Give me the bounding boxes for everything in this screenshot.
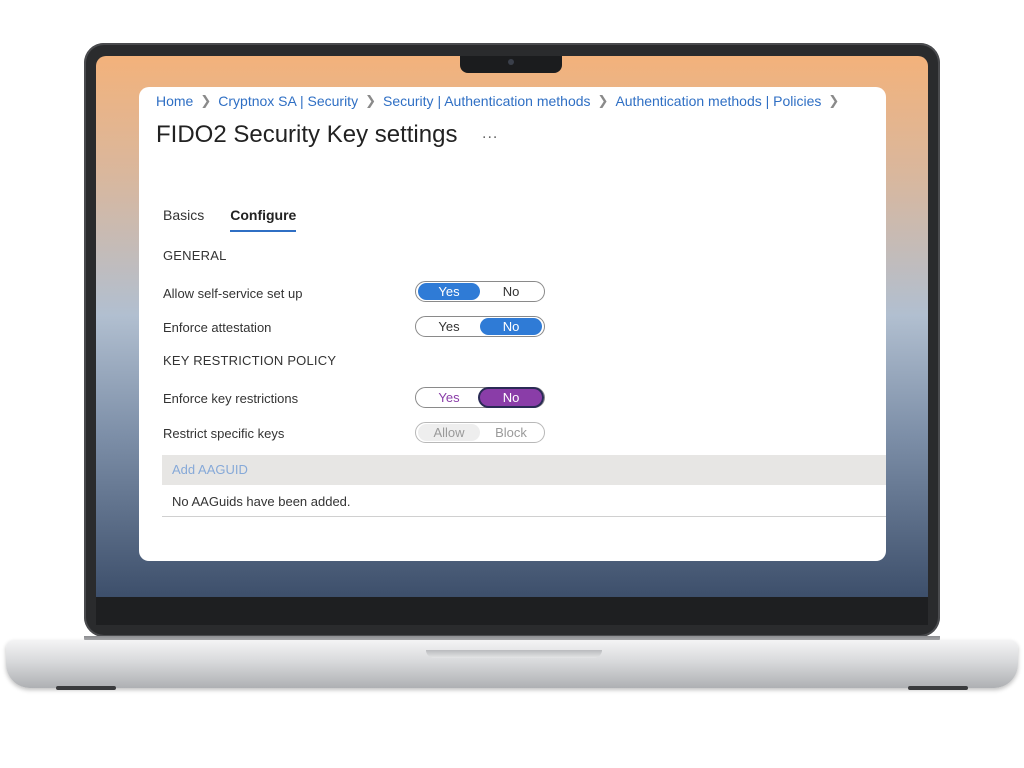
restrict-block-option: Block	[495, 425, 527, 440]
restrict-specific-keys-label: Restrict specific keys	[163, 426, 285, 441]
chevron-right-icon: ❯	[597, 93, 609, 108]
lid-opening-notch	[426, 650, 602, 658]
more-options-icon[interactable]: ...	[482, 125, 498, 143]
laptop-base	[6, 640, 1018, 688]
attestation-yes-option[interactable]: Yes	[418, 318, 480, 335]
aaguid-empty-message: No AAGuids have been added.	[172, 494, 351, 509]
page-title: FIDO2 Security Key settings	[156, 121, 458, 148]
divider	[162, 516, 886, 517]
section-heading-general: GENERAL	[163, 248, 227, 263]
breadcrumb-auth-methods[interactable]: Security | Authentication methods	[383, 93, 591, 109]
add-aaguid-button[interactable]: Add AAGUID	[162, 455, 886, 485]
camera-icon	[508, 59, 514, 65]
tab-configure[interactable]: Configure	[230, 207, 297, 232]
self-service-label: Allow self-service set up	[163, 286, 303, 301]
breadcrumb-tenant-security[interactable]: Cryptnox SA | Security	[218, 93, 358, 109]
self-service-toggle[interactable]: Yes No	[415, 281, 545, 302]
enforce-restrictions-no-option[interactable]: No	[480, 389, 542, 406]
breadcrumb: Home ❯ Cryptnox SA | Security ❯ Security…	[156, 93, 846, 109]
restrict-allow-option: Allow	[418, 424, 480, 441]
chevron-right-icon: ❯	[200, 93, 212, 108]
breadcrumb-policies[interactable]: Authentication methods | Policies	[615, 93, 821, 109]
laptop-foot-left	[56, 686, 116, 690]
enforce-restrictions-yes-option[interactable]: Yes	[418, 389, 480, 406]
self-service-yes-option[interactable]: Yes	[418, 283, 480, 300]
breadcrumb-home[interactable]: Home	[156, 93, 193, 109]
settings-panel: Home ❯ Cryptnox SA | Security ❯ Security…	[139, 87, 886, 561]
chevron-right-icon: ❯	[828, 93, 840, 108]
tab-basics[interactable]: Basics	[163, 207, 204, 232]
enforce-key-restrictions-toggle[interactable]: Yes No	[415, 387, 545, 408]
attestation-label: Enforce attestation	[163, 320, 272, 335]
attestation-toggle[interactable]: Yes No	[415, 316, 545, 337]
section-heading-key-restriction: KEY RESTRICTION POLICY	[163, 353, 337, 368]
attestation-no-option[interactable]: No	[480, 318, 542, 335]
restrict-specific-keys-toggle: Allow Block	[415, 422, 545, 443]
self-service-no-option[interactable]: No	[480, 283, 542, 300]
enforce-key-restrictions-label: Enforce key restrictions	[163, 391, 299, 406]
screen-bezel	[96, 597, 928, 625]
tab-bar: Basics Configure	[163, 207, 297, 232]
chevron-right-icon: ❯	[365, 93, 376, 108]
laptop-foot-right	[908, 686, 968, 690]
